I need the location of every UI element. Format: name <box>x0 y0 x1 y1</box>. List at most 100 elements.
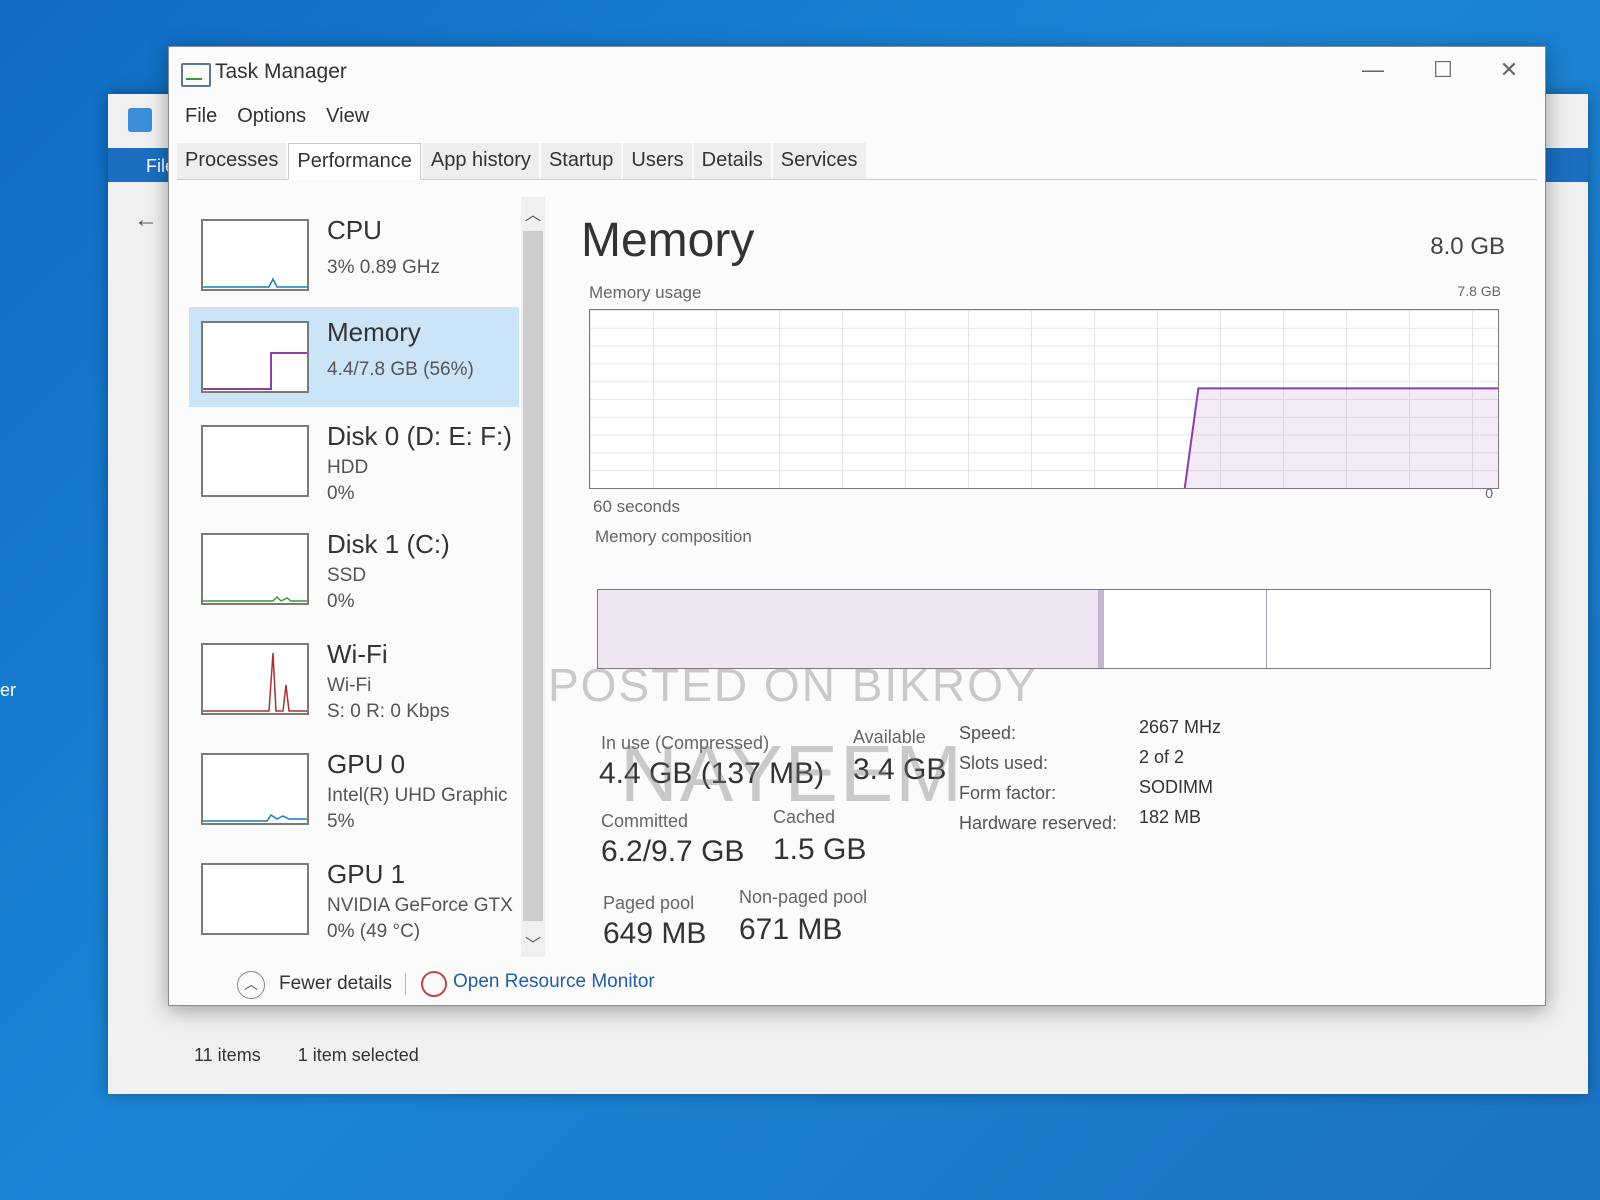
in-use-value: 4.4 GB (137 MB) <box>599 757 825 790</box>
maximize-button[interactable]: ☐ <box>1421 57 1465 83</box>
cached-value: 1.5 GB <box>773 833 867 866</box>
spec-slots-label: Slots used: <box>959 753 1049 773</box>
resource-name: Wi-Fi <box>327 639 388 669</box>
memory-usage-max: 7.8 GB <box>1457 283 1501 299</box>
committed-value: 6.2/9.7 GB <box>601 835 745 868</box>
status-item-count: 11 items <box>194 1045 261 1065</box>
resource-type: NVIDIA GeForce GTX <box>327 895 513 916</box>
disk0-thumbnail-graph <box>201 425 309 497</box>
resource-name: CPU <box>327 215 382 245</box>
minimize-button[interactable]: — <box>1351 57 1395 83</box>
available-label: Available <box>853 727 926 747</box>
status-selected-count: 1 item selected <box>297 1045 419 1065</box>
back-arrow-icon[interactable]: ← <box>134 206 158 234</box>
memory-total: 8.0 GB <box>1430 233 1505 260</box>
resource-disk-1[interactable]: Disk 1 (C:) SSD 0% <box>189 519 519 619</box>
cpu-thumbnail-graph <box>201 219 309 291</box>
spec-speed-label: Speed: <box>959 723 1017 743</box>
tab-app-history[interactable]: App history <box>422 143 539 179</box>
memory-thumbnail-graph <box>201 321 309 393</box>
tab-processes[interactable]: Processes <box>177 143 287 179</box>
resource-detail: S: 0 R: 0 Kbps <box>327 701 450 722</box>
scroll-down-icon[interactable]: ﹀ <box>521 931 545 955</box>
spec-speed-value: 2667 MHz <box>1139 717 1222 737</box>
memory-usage-fill <box>1184 388 1498 488</box>
gpu0-thumbnail-graph <box>201 753 309 825</box>
desktop-edge-text: er <box>0 680 17 700</box>
memory-composition-label: Memory composition <box>595 527 752 546</box>
scroll-up-icon[interactable]: ︿ <box>521 201 545 225</box>
explorer-app-icon <box>128 108 152 132</box>
scroll-thumb[interactable] <box>523 231 543 921</box>
tab-details[interactable]: Details <box>693 143 771 179</box>
resource-name: Disk 0 (D: E: F:) <box>327 421 512 451</box>
resource-type: Intel(R) UHD Graphic <box>327 785 508 806</box>
footer-bar: ︿ Fewer details Open Resource Monitor <box>209 961 1009 1001</box>
resource-disk-0[interactable]: Disk 0 (D: E: F:) HDD 0% <box>189 411 519 511</box>
resource-gpu-0[interactable]: GPU 0 Intel(R) UHD Graphic 5% <box>189 739 519 839</box>
resource-detail: 3% 0.89 GHz <box>327 257 440 278</box>
resource-monitor-icon[interactable] <box>421 971 447 997</box>
wifi-thumbnail-graph <box>201 643 309 715</box>
menu-options[interactable]: Options <box>229 103 314 130</box>
tab-performance[interactable]: Performance <box>288 143 421 180</box>
tab-strip: Processes Performance App history Startu… <box>177 143 1537 180</box>
page-title: Memory <box>581 214 755 267</box>
non-paged-pool-value: 671 MB <box>739 913 843 946</box>
in-use-label: In use (Compressed) <box>601 733 770 753</box>
memory-detail-panel: Memory 8.0 GB Memory usage 7.8 GB 60 sec… <box>581 197 1521 957</box>
resource-detail: 4.4/7.8 GB (56%) <box>327 359 474 380</box>
composition-modified-standby <box>1106 590 1268 668</box>
window-title: Task Manager <box>215 60 347 83</box>
resource-cpu[interactable]: CPU 3% 0.89 GHz <box>189 205 519 305</box>
paged-pool-label: Paged pool <box>603 893 695 913</box>
resource-type: HDD <box>327 457 369 478</box>
resource-list: CPU 3% 0.89 GHz Memory 4.4/7.8 GB (56%) … <box>181 197 551 957</box>
tab-services[interactable]: Services <box>772 143 866 179</box>
task-manager-window: Task Manager — ☐ ✕ File Options View Pro… <box>168 46 1546 1006</box>
spec-hardware-reserved-value: 182 MB <box>1139 807 1202 827</box>
spec-form-factor-value: SODIMM <box>1139 777 1213 797</box>
gpu1-thumbnail-graph <box>201 863 309 935</box>
non-paged-pool-label: Non-paged pool <box>739 887 868 907</box>
menu-view[interactable]: View <box>318 103 377 130</box>
memory-usage-line <box>1183 387 1498 488</box>
resource-name: GPU 0 <box>327 749 406 779</box>
resource-name: GPU 1 <box>327 859 406 889</box>
menu-bar: File Options View <box>177 103 377 130</box>
task-manager-icon <box>181 63 211 87</box>
paged-pool-value: 649 MB <box>603 917 707 950</box>
cached-label: Cached <box>773 807 836 827</box>
resource-wifi[interactable]: Wi-Fi Wi-Fi S: 0 R: 0 Kbps <box>189 629 519 729</box>
resource-name: Disk 1 (C:) <box>327 529 450 559</box>
menu-file[interactable]: File <box>177 103 225 130</box>
available-value: 3.4 GB <box>853 753 947 786</box>
resource-detail: 0% <box>327 591 355 612</box>
memory-composition-bar <box>597 589 1491 669</box>
composition-free <box>1267 590 1490 668</box>
memory-usage-label: Memory usage <box>589 283 702 302</box>
fewer-details-button[interactable]: Fewer details <box>279 973 392 995</box>
resource-detail: 0% <box>327 483 355 504</box>
spec-hardware-reserved-label: Hardware reserved: <box>959 813 1118 833</box>
resource-gpu-1[interactable]: GPU 1 NVIDIA GeForce GTX 0% (49 °C) <box>189 849 519 949</box>
memory-usage-min: 0 <box>1485 485 1493 501</box>
footer-divider <box>405 973 406 995</box>
tab-startup[interactable]: Startup <box>540 143 622 179</box>
memory-usage-graph <box>589 309 1499 489</box>
explorer-status-bar: 11 items 1 item selected <box>194 1045 451 1066</box>
spec-form-factor-label: Form factor: <box>959 783 1057 803</box>
open-resource-monitor-link[interactable]: Open Resource Monitor <box>453 971 655 993</box>
resource-list-scrollbar[interactable]: ︿ ﹀ <box>521 197 545 957</box>
committed-label: Committed <box>601 811 689 831</box>
tab-users[interactable]: Users <box>623 143 692 179</box>
spec-slots-value: 2 of 2 <box>1139 747 1185 767</box>
resource-name: Memory <box>327 317 421 347</box>
chevron-up-icon[interactable]: ︿ <box>237 971 265 999</box>
resource-detail: 0% (49 °C) <box>327 921 421 942</box>
resource-type: SSD <box>327 565 367 586</box>
title-bar[interactable]: Task Manager — ☐ ✕ <box>169 47 1545 97</box>
resource-memory[interactable]: Memory 4.4/7.8 GB (56%) <box>189 307 519 407</box>
close-button[interactable]: ✕ <box>1487 57 1531 83</box>
composition-in-use <box>598 590 1104 668</box>
